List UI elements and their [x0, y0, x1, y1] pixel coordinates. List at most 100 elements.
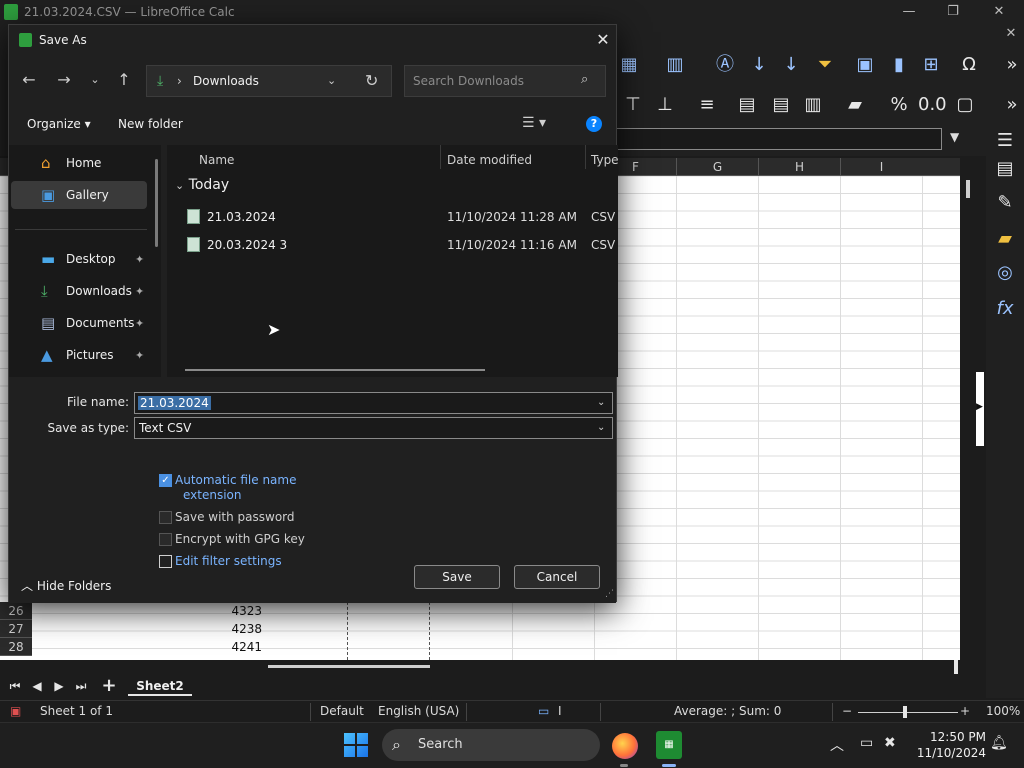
sidebar-collapse-handle[interactable]: ▶: [976, 372, 984, 446]
nav-item-home[interactable]: ⌂ Home: [11, 149, 147, 177]
formula-input[interactable]: [612, 128, 942, 150]
dialog-close-icon[interactable]: ✕: [593, 30, 613, 50]
search-icon[interactable]: ⌕: [581, 72, 588, 87]
page-style[interactable]: Default: [320, 704, 364, 718]
column-header[interactable]: H: [758, 158, 840, 176]
special-character-icon[interactable]: Ω: [956, 52, 982, 78]
gpg-checkbox[interactable]: [159, 533, 172, 546]
chevron-down-icon[interactable]: ⌄: [597, 422, 605, 433]
navigator-icon[interactable]: ◎: [992, 260, 1018, 286]
nav-item-gallery[interactable]: ▣ Gallery: [11, 181, 147, 209]
volume-icon[interactable]: ✖: [884, 735, 896, 751]
sheet-tab[interactable]: Sheet2: [128, 676, 192, 696]
notification-bell-icon[interactable]: 🔔︎: [990, 735, 1008, 751]
network-icon[interactable]: ▭: [860, 735, 873, 751]
column-insert-icon[interactable]: ▥: [662, 52, 688, 78]
spelling-icon[interactable]: Ⓐ: [712, 52, 738, 78]
auto-extension-checkbox[interactable]: ✓: [159, 474, 172, 487]
pin-icon[interactable]: ✦: [135, 253, 144, 266]
nav-item-documents[interactable]: ▤ Documents ✦: [11, 309, 147, 337]
resize-grip-icon[interactable]: ⋰: [605, 589, 614, 599]
insert-image-icon[interactable]: ▣: [852, 52, 878, 78]
align-bottom-icon[interactable]: ⊥: [652, 92, 678, 118]
chevron-right-icon[interactable]: ›: [177, 74, 182, 88]
nav-pane-scrollbar[interactable]: [155, 159, 158, 247]
help-icon[interactable]: ?: [586, 116, 602, 132]
chevron-down-icon[interactable]: ⌄: [597, 397, 605, 408]
autofilter-icon[interactable]: ⏷: [812, 52, 838, 78]
pin-icon[interactable]: ✦: [135, 285, 144, 298]
sort-ascending-icon[interactable]: ↓: [746, 52, 772, 78]
restore-icon[interactable]: ❐: [938, 2, 968, 22]
password-checkbox[interactable]: [159, 511, 172, 524]
sort-descending-icon[interactable]: ↓: [778, 52, 804, 78]
zoom-slider-thumb[interactable]: [903, 706, 907, 718]
address-location[interactable]: Downloads: [193, 74, 259, 88]
horizontal-scrollbar[interactable]: [0, 660, 960, 674]
align-center-vertical-icon[interactable]: ⊤: [620, 92, 646, 118]
new-folder-button[interactable]: New folder: [118, 117, 183, 131]
sidebar-menu-icon[interactable]: ☰: [992, 128, 1018, 154]
unmerge-icon[interactable]: ▥: [800, 92, 826, 118]
document-modified-icon[interactable]: ▣: [10, 704, 21, 718]
address-bar[interactable]: ⤓ › Downloads ⌄ ↻: [146, 65, 392, 97]
column-header[interactable]: I: [840, 158, 922, 176]
pivot-table-icon[interactable]: ⊞: [918, 52, 944, 78]
zoom-slider[interactable]: [858, 712, 958, 713]
toolbar-overflow-icon[interactable]: »: [1002, 52, 1022, 78]
split-handle[interactable]: [954, 660, 958, 674]
toolbar-overflow-icon[interactable]: »: [1002, 92, 1022, 118]
cell-value[interactable]: 4241: [32, 638, 266, 656]
currency-format-icon[interactable]: ▰: [842, 92, 868, 118]
file-row[interactable]: 20.03.2024 3 11/10/2024 11:16 AM CSV Fil…: [183, 233, 618, 257]
styles-icon[interactable]: ✎: [992, 190, 1018, 216]
cancel-button[interactable]: Cancel: [514, 565, 600, 589]
column-divider[interactable]: [440, 145, 441, 169]
next-sheet-icon[interactable]: ▶: [50, 677, 68, 695]
row-header[interactable]: 27: [0, 620, 32, 638]
file-group-today[interactable]: ⌄ Today: [175, 177, 229, 193]
save-type-select[interactable]: Text CSV ⌄: [134, 417, 613, 439]
number-format-icon[interactable]: 0.0: [918, 92, 947, 118]
zoom-out-icon[interactable]: −: [842, 704, 852, 718]
close-window-icon[interactable]: ✕: [984, 2, 1014, 22]
column-header-date[interactable]: Date modified: [447, 153, 532, 167]
selection-mode-icon[interactable]: ▭: [538, 704, 549, 718]
language[interactable]: English (USA): [378, 704, 459, 718]
functions-icon[interactable]: fx: [992, 296, 1018, 322]
row-header[interactable]: 26: [0, 602, 32, 620]
windows-start-icon[interactable]: [344, 733, 368, 757]
view-options-icon[interactable]: ☰ ▾: [522, 115, 546, 131]
nav-item-pictures[interactable]: ▲ Pictures ✦: [11, 341, 147, 369]
taskbar-clock[interactable]: 12:50 PM 11/10/2024: [910, 729, 986, 761]
row-insert-icon[interactable]: ▦: [616, 52, 642, 78]
date-format-icon[interactable]: ▢: [952, 92, 978, 118]
horizontal-scroll-thumb[interactable]: [268, 665, 430, 668]
file-row[interactable]: 21.03.2024 11/10/2024 11:28 AM CSV File: [183, 205, 618, 229]
column-header-name[interactable]: Name: [199, 153, 234, 167]
properties-icon[interactable]: ▤: [992, 156, 1018, 182]
column-divider[interactable]: [585, 145, 586, 169]
forward-arrow-icon[interactable]: →: [53, 69, 75, 91]
expand-formula-icon[interactable]: ▼: [950, 130, 959, 144]
refresh-icon[interactable]: ↻: [365, 71, 378, 90]
taskbar-search[interactable]: ⌕ Search: [382, 729, 600, 761]
pin-icon[interactable]: ✦: [135, 317, 144, 330]
pin-icon[interactable]: ✦: [135, 349, 144, 362]
hide-folders-button[interactable]: ︿ Hide Folders: [21, 577, 111, 594]
merge-center-icon[interactable]: ▤: [768, 92, 794, 118]
search-input[interactable]: [413, 73, 573, 89]
first-sheet-icon[interactable]: ⏮: [6, 677, 24, 695]
save-button[interactable]: Save: [414, 565, 500, 589]
last-sheet-icon[interactable]: ⏭: [72, 677, 90, 695]
filter-settings-checkbox[interactable]: [159, 555, 172, 568]
cell-value[interactable]: 4323: [32, 602, 266, 620]
chevron-down-icon[interactable]: ⌄: [327, 74, 336, 87]
search-box[interactable]: ⌕: [404, 65, 606, 97]
up-folder-icon[interactable]: ↑: [113, 69, 135, 91]
recent-locations-icon[interactable]: ⌄: [84, 69, 106, 91]
password-label[interactable]: Save with password: [175, 510, 295, 524]
show-hidden-icons-icon[interactable]: ︿: [830, 735, 844, 755]
filter-settings-label[interactable]: Edit filter settings: [175, 554, 282, 568]
organize-button[interactable]: Organize ▾: [27, 117, 91, 131]
